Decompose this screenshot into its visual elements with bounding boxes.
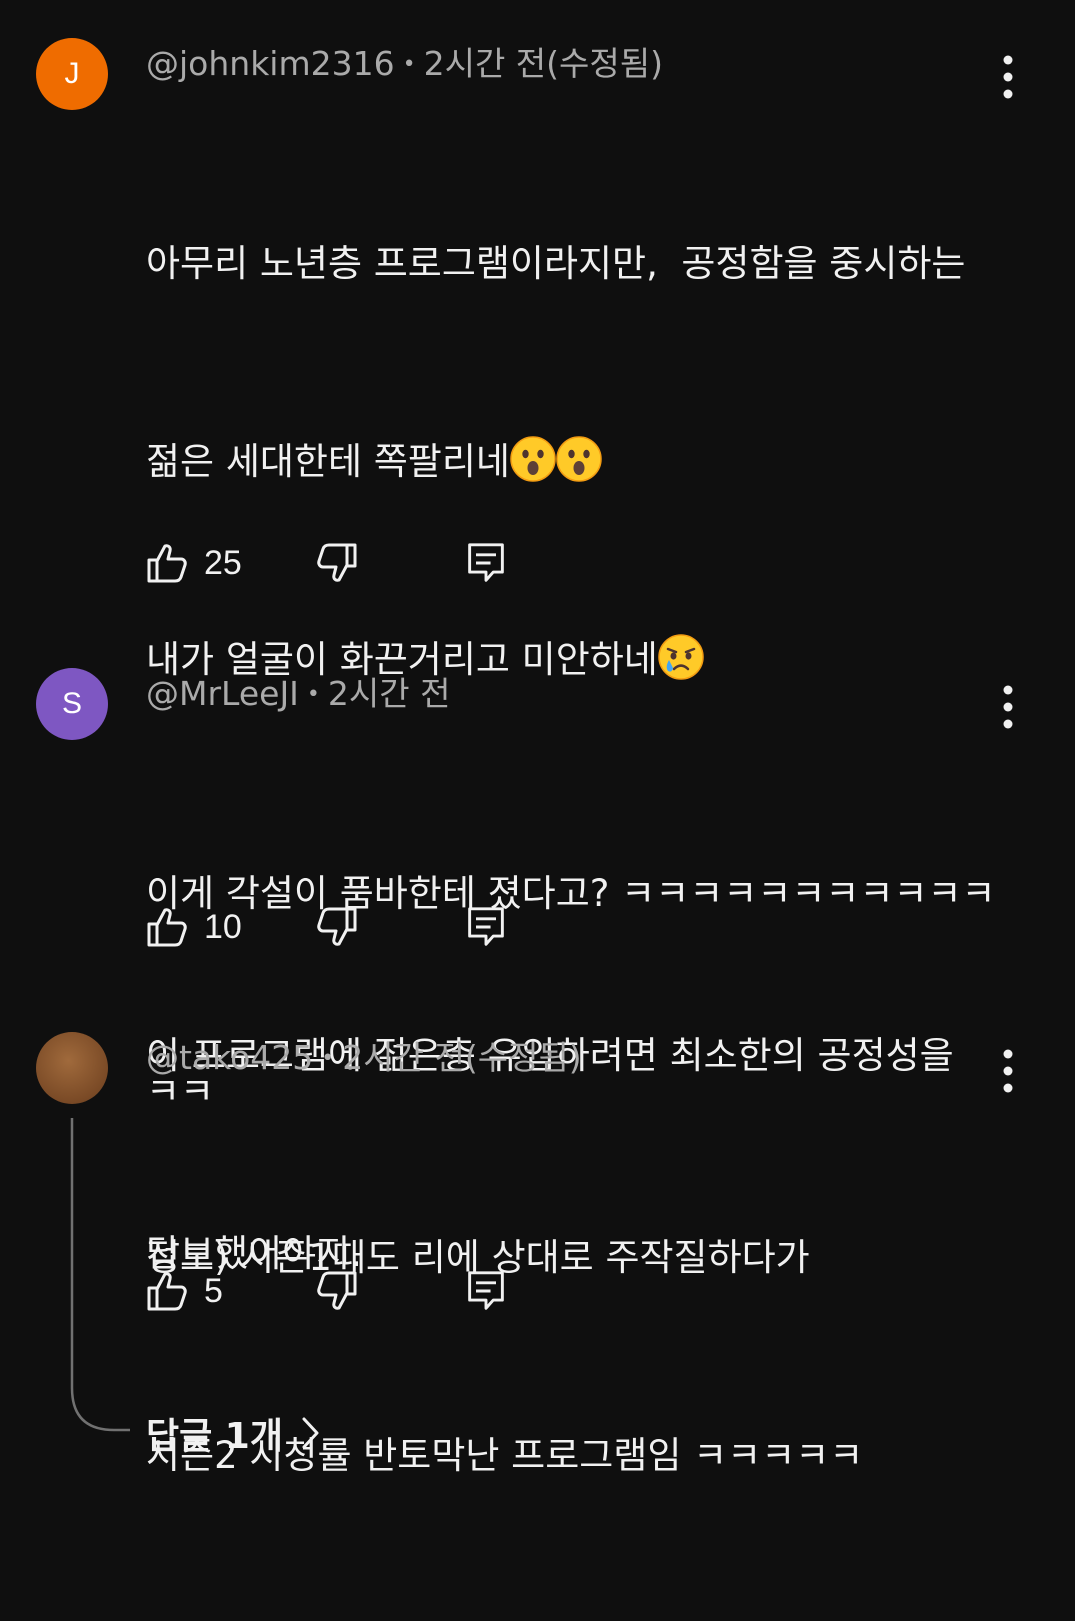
thumb-up-outline-icon xyxy=(146,905,190,949)
dislike-button[interactable] xyxy=(314,1266,358,1316)
author-handle[interactable]: @tako425 xyxy=(146,1038,313,1077)
comment-text-line: 젊은 세대한테 쪽팔리네 xyxy=(146,429,1026,495)
thumb-down-outline-icon xyxy=(314,905,358,949)
like-button[interactable]: 5 xyxy=(146,1266,223,1316)
comment-actions: 5 xyxy=(146,1266,546,1316)
thumb-up-outline-icon xyxy=(146,1269,190,1313)
comment-reply-icon xyxy=(466,904,506,950)
comment-actions: 10 xyxy=(146,902,546,952)
comment-text: 정보) 시즌1때도 리에 상대로 주작질하다가 시즌2 시청률 반토막난 프로그… xyxy=(146,1093,1026,1621)
astonished-emoji-icon xyxy=(556,436,602,482)
thumb-down-outline-icon xyxy=(314,541,358,585)
reply-button[interactable] xyxy=(466,538,506,588)
like-button[interactable]: 10 xyxy=(146,902,242,952)
like-count: 10 xyxy=(204,907,242,946)
separator-dot: • xyxy=(321,1046,335,1071)
reply-button[interactable] xyxy=(466,1266,506,1316)
comment-reply-icon xyxy=(466,1268,506,1314)
view-replies-button[interactable]: 답글 1개 xyxy=(146,1407,321,1459)
comment: J @johnkim2316 • 2시간 전(수정됨) 아무리 노년층 프로그램이라… xyxy=(0,38,1075,1275)
vertical-ellipsis-icon[interactable] xyxy=(990,52,1026,102)
author-handle[interactable]: @MrLeeJI xyxy=(146,674,299,713)
timestamp: 2시간 전(수정됨) xyxy=(423,44,663,83)
dislike-button[interactable] xyxy=(314,902,358,952)
comment-meta: @johnkim2316 • 2시간 전(수정됨) xyxy=(146,42,663,87)
author-handle[interactable]: @johnkim2316 xyxy=(146,44,395,83)
like-count: 5 xyxy=(204,1271,223,1310)
timestamp: 2시간 전(수정됨) xyxy=(342,1038,582,1077)
reply-button[interactable] xyxy=(466,902,506,952)
comment-meta: @tako425 • 2시간 전(수정됨) xyxy=(146,1036,582,1081)
chevron-right-icon xyxy=(302,1417,319,1449)
dislike-button[interactable] xyxy=(314,538,358,588)
astonished-emoji-icon xyxy=(510,436,556,482)
comment-text-line: 아무리 노년층 프로그램이라지만, 공정함을 중시하는 xyxy=(146,242,966,285)
comment: @tako425 • 2시간 전(수정됨) 정보) 시즌1때도 리에 상대로 주작질… xyxy=(0,1032,1075,1477)
separator-dot: • xyxy=(306,682,320,707)
comment-text-segment: 젊은 세대한테 쪽팔리네 xyxy=(146,440,510,483)
separator-dot: • xyxy=(402,52,416,77)
thread-connector-line xyxy=(70,1118,130,1432)
like-button[interactable]: 25 xyxy=(146,538,242,588)
avatar[interactable]: J xyxy=(36,38,108,110)
avatar[interactable] xyxy=(36,1032,108,1104)
thumb-up-outline-icon xyxy=(146,541,190,585)
comment-reply-icon xyxy=(466,540,506,586)
thumb-down-outline-icon xyxy=(314,1269,358,1313)
comment-meta: @MrLeeJI • 2시간 전 xyxy=(146,672,450,717)
comment: S @MrLeeJI • 2시간 전 이게 각설이 품바한테 졌다고? ㅋㅋㅋㅋㅋㅋ… xyxy=(0,668,1075,1113)
comment-actions: 25 xyxy=(146,538,546,588)
like-count: 25 xyxy=(204,543,242,582)
replies-count-label: 답글 1개 xyxy=(146,1416,283,1457)
vertical-ellipsis-icon[interactable] xyxy=(990,1046,1026,1096)
vertical-ellipsis-icon[interactable] xyxy=(990,682,1026,732)
avatar[interactable]: S xyxy=(36,668,108,740)
timestamp: 2시간 전 xyxy=(327,674,451,713)
